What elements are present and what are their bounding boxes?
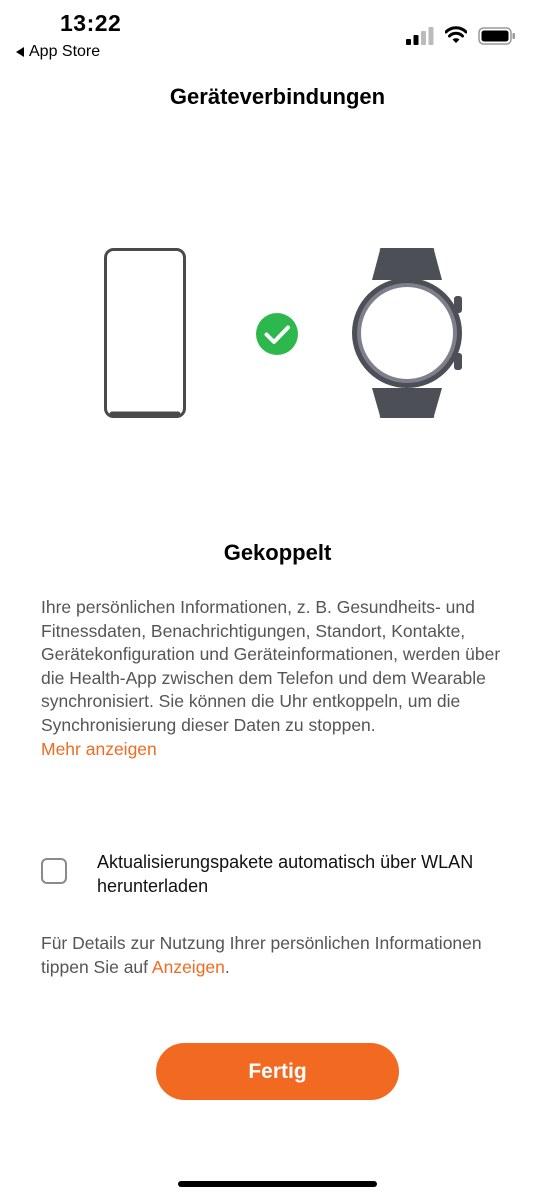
- battery-icon: [478, 27, 515, 45]
- back-to-app-store[interactable]: App Store: [16, 43, 100, 61]
- auto-update-checkbox[interactable]: [41, 858, 67, 884]
- show-details-link[interactable]: Anzeigen: [152, 957, 225, 977]
- privacy-description: Ihre persönlichen Informationen, z. B. G…: [41, 596, 521, 761]
- back-label: App Store: [29, 43, 101, 60]
- cellular-signal-icon: [406, 27, 434, 45]
- connection-status: Gekoppelt: [223, 540, 332, 565]
- status-time: 13:22: [60, 10, 122, 36]
- check-circle-icon: [256, 313, 298, 355]
- auto-update-label[interactable]: Aktualisierungspakete automatisch über W…: [97, 850, 517, 898]
- home-indicator[interactable]: [178, 1181, 377, 1187]
- page-title: Geräteverbindungen: [169, 84, 386, 109]
- done-button-label: Fertig: [248, 1059, 307, 1083]
- back-arrow-icon: [16, 47, 24, 57]
- description-text: Ihre persönlichen Informationen, z. B. G…: [41, 597, 501, 735]
- done-button[interactable]: Fertig: [156, 1043, 399, 1100]
- pairing-illustration: [104, 248, 462, 418]
- wifi-icon: [445, 26, 467, 43]
- watch-icon: [352, 248, 462, 418]
- phone-icon: [104, 248, 186, 418]
- privacy-details: Für Details zur Nutzung Ihrer persönlich…: [41, 931, 521, 979]
- privacy-details-suffix: .: [224, 957, 230, 977]
- privacy-details-text: Für Details zur Nutzung Ihrer persönlich…: [41, 933, 482, 977]
- show-more-link[interactable]: Mehr anzeigen: [41, 739, 157, 759]
